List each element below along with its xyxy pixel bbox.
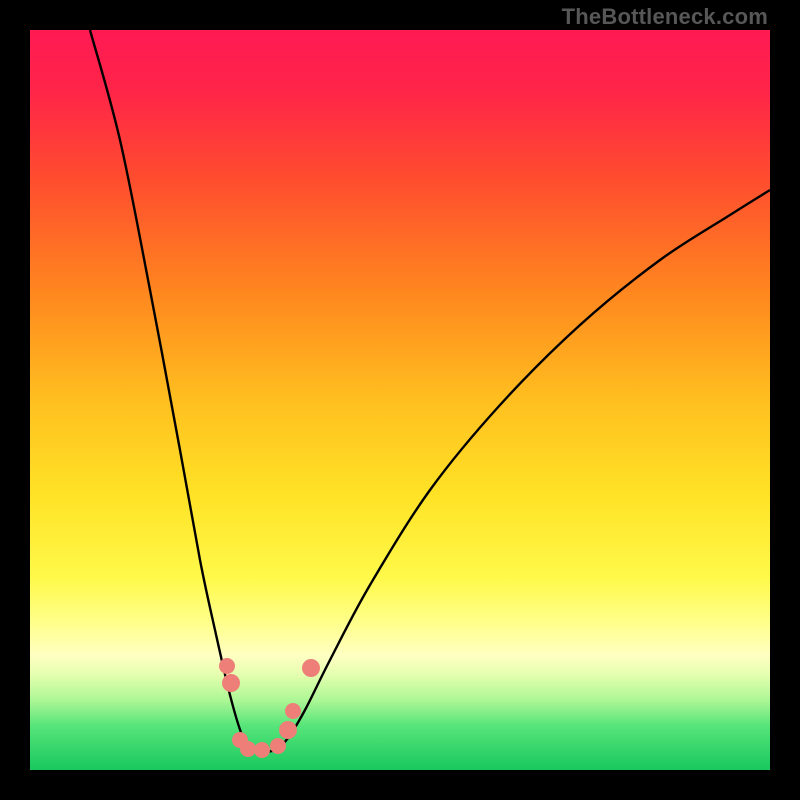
curve-layer <box>30 30 770 770</box>
data-marker <box>222 674 240 692</box>
chart-frame: TheBottleneck.com <box>0 0 800 800</box>
data-marker <box>279 721 297 739</box>
data-marker <box>254 742 270 758</box>
data-marker <box>302 659 320 677</box>
plot-area <box>30 30 770 770</box>
data-marker <box>240 741 256 757</box>
data-marker <box>270 738 286 754</box>
watermark: TheBottleneck.com <box>562 4 768 30</box>
bottleneck-curve-left <box>90 30 260 752</box>
data-marker <box>285 703 301 719</box>
data-marker <box>219 658 235 674</box>
bottleneck-curve-right <box>260 190 770 752</box>
